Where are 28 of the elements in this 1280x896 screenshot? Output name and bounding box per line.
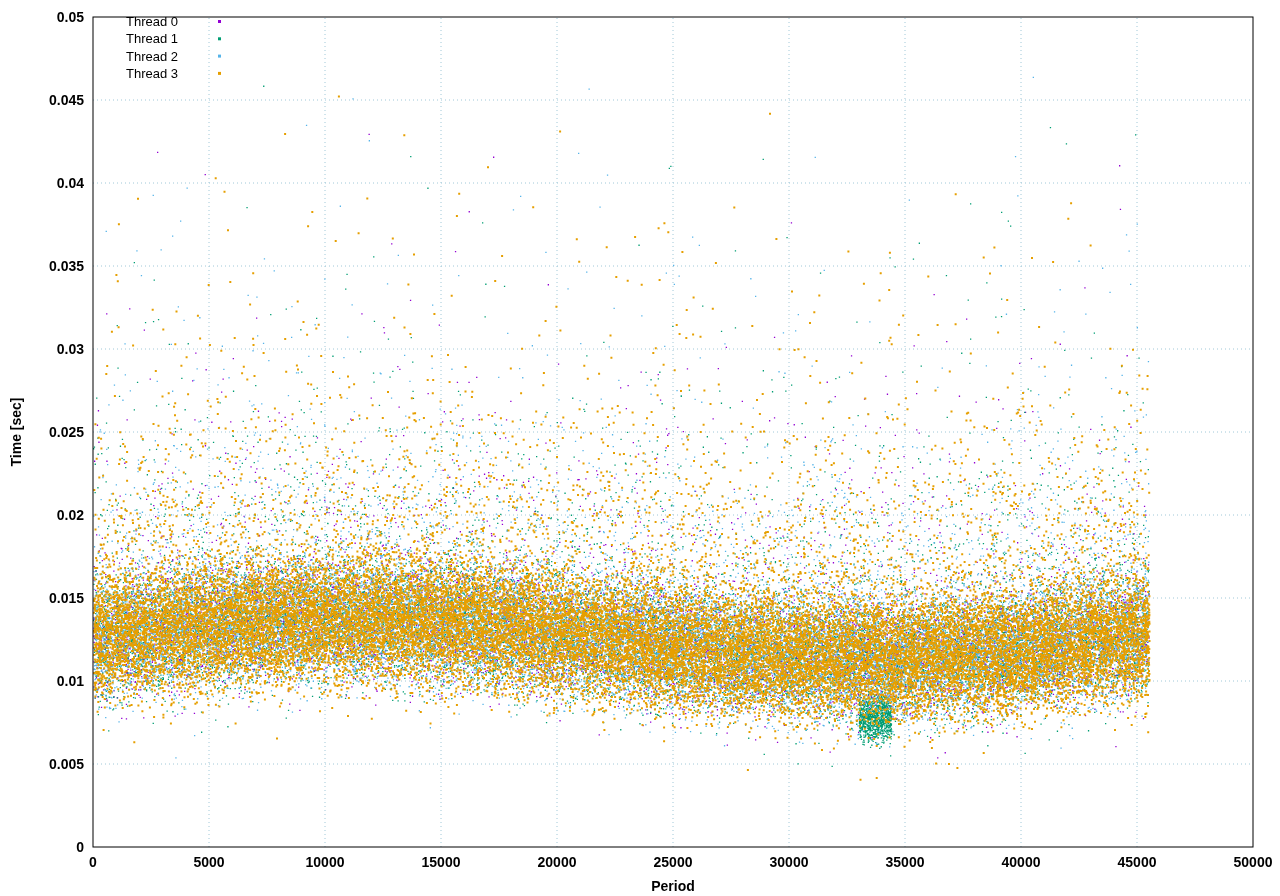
- x-tick-label: 35000: [885, 854, 925, 870]
- x-tick-label: 10000: [305, 854, 345, 870]
- y-tick-label: 0.03: [56, 341, 84, 357]
- legend-label: Thread 2: [126, 48, 179, 64]
- y-axis-label: Time [sec]: [8, 397, 24, 467]
- y-tick-label: 0.015: [48, 590, 84, 606]
- legend-label: Thread 3: [126, 65, 179, 81]
- x-tick-label: 15000: [421, 854, 461, 870]
- x-tick-label: 25000: [653, 854, 693, 870]
- y-tick-label: 0.02: [56, 507, 84, 523]
- x-tick-label: 50000: [1233, 854, 1273, 870]
- y-tick-label: 0.005: [48, 756, 84, 772]
- legend-label: Thread 0: [126, 14, 179, 29]
- x-tick-label: 5000: [193, 854, 225, 870]
- x-tick-label: 0: [89, 854, 97, 870]
- x-tick-label: 30000: [769, 854, 809, 870]
- y-tick-label: 0.025: [48, 424, 84, 440]
- y-tick-label: 0: [76, 839, 84, 855]
- x-tick-label: 40000: [1001, 854, 1041, 870]
- legend-label: Thread 1: [126, 31, 179, 47]
- x-axis-label: Period: [651, 878, 695, 894]
- y-tick-label: 0.05: [56, 9, 84, 25]
- x-tick-label: 45000: [1117, 854, 1157, 870]
- y-tick-label: 0.045: [48, 92, 84, 108]
- x-tick-label: 20000: [537, 854, 577, 870]
- y-tick-label: 0.01: [56, 673, 84, 689]
- y-tick-label: 0.04: [56, 175, 84, 191]
- y-tick-label: 0.035: [48, 258, 84, 274]
